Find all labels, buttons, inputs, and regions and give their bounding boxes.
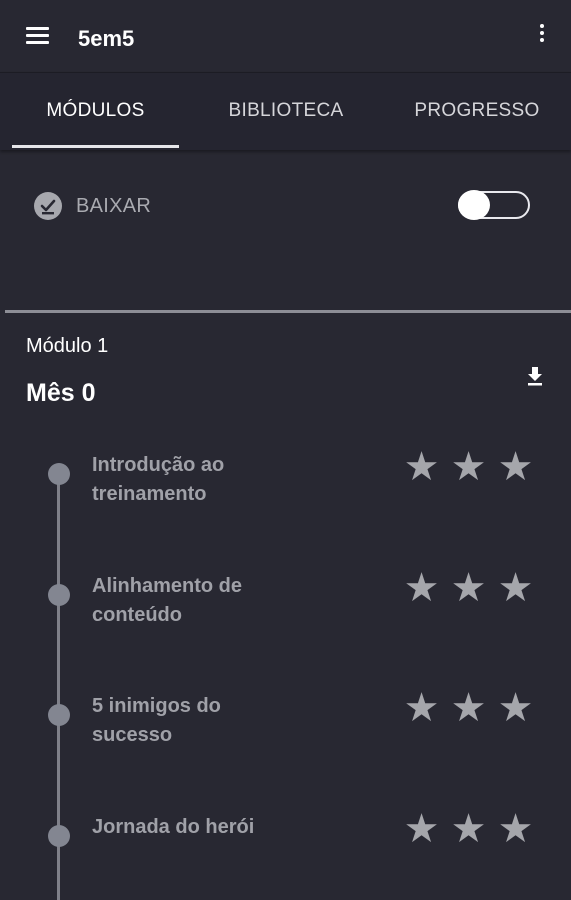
star-icon: ★ — [450, 444, 487, 490]
section-divider — [5, 310, 571, 313]
star-icon: ★ — [403, 565, 440, 611]
star-icon: ★ — [497, 806, 534, 852]
tab-modulos[interactable]: MÓDULOS — [12, 73, 179, 149]
lesson-title: 5 inimigos do sucesso — [92, 695, 221, 746]
download-label: BAIXAR — [76, 195, 152, 217]
star-icon: ★ — [497, 565, 534, 611]
lesson-title: Jornada do herói — [92, 816, 255, 838]
toggle-thumb — [458, 190, 490, 220]
check-download-icon — [34, 192, 62, 220]
lesson-title: Introdução ao treinamento — [92, 454, 225, 505]
app-title: 5em5 — [78, 26, 135, 51]
timeline-dot — [48, 704, 70, 726]
download-row: BAIXAR — [0, 170, 571, 244]
lesson-item[interactable]: 5 inimigos do sucesso ★ ★ ★ — [0, 688, 571, 814]
tab-bar: MÓDULOS BIBLIOTECA PROGRESSO — [0, 72, 571, 150]
timeline-dot — [48, 825, 70, 847]
download-icon[interactable] — [522, 364, 548, 390]
star-icon: ★ — [403, 444, 440, 490]
timeline-dot — [48, 463, 70, 485]
lesson-item[interactable]: Jornada do herói ★ ★ ★ — [0, 809, 571, 900]
active-tab-indicator — [12, 145, 179, 148]
star-icon: ★ — [450, 565, 487, 611]
tab-biblioteca[interactable]: BIBLIOTECA — [200, 73, 372, 149]
lesson-rating: ★ ★ ★ — [398, 447, 539, 487]
download-toggle[interactable] — [458, 190, 532, 220]
lesson-item[interactable]: Introdução ao treinamento ★ ★ ★ — [0, 447, 571, 573]
timeline-dot — [48, 584, 70, 606]
star-icon: ★ — [450, 685, 487, 731]
star-icon: ★ — [450, 806, 487, 852]
star-icon: ★ — [403, 806, 440, 852]
star-icon: ★ — [403, 685, 440, 731]
hamburger-menu-icon[interactable] — [22, 24, 54, 48]
lesson-item[interactable]: Alinhamento de conteúdo ★ ★ ★ — [0, 568, 571, 694]
tab-progresso[interactable]: PROGRESSO — [396, 73, 558, 149]
month-title: Mês 0 — [26, 379, 96, 407]
app-bar: 5em5 — [0, 0, 571, 72]
lesson-title: Alinhamento de conteúdo — [92, 575, 243, 626]
lesson-rating: ★ ★ ★ — [398, 568, 539, 608]
star-icon: ★ — [497, 685, 534, 731]
lesson-rating: ★ ★ ★ — [398, 688, 539, 728]
star-icon: ★ — [497, 444, 534, 490]
module-label: Módulo 1 — [26, 335, 109, 357]
lesson-rating: ★ ★ ★ — [398, 809, 539, 849]
more-vertical-icon[interactable] — [532, 20, 552, 46]
